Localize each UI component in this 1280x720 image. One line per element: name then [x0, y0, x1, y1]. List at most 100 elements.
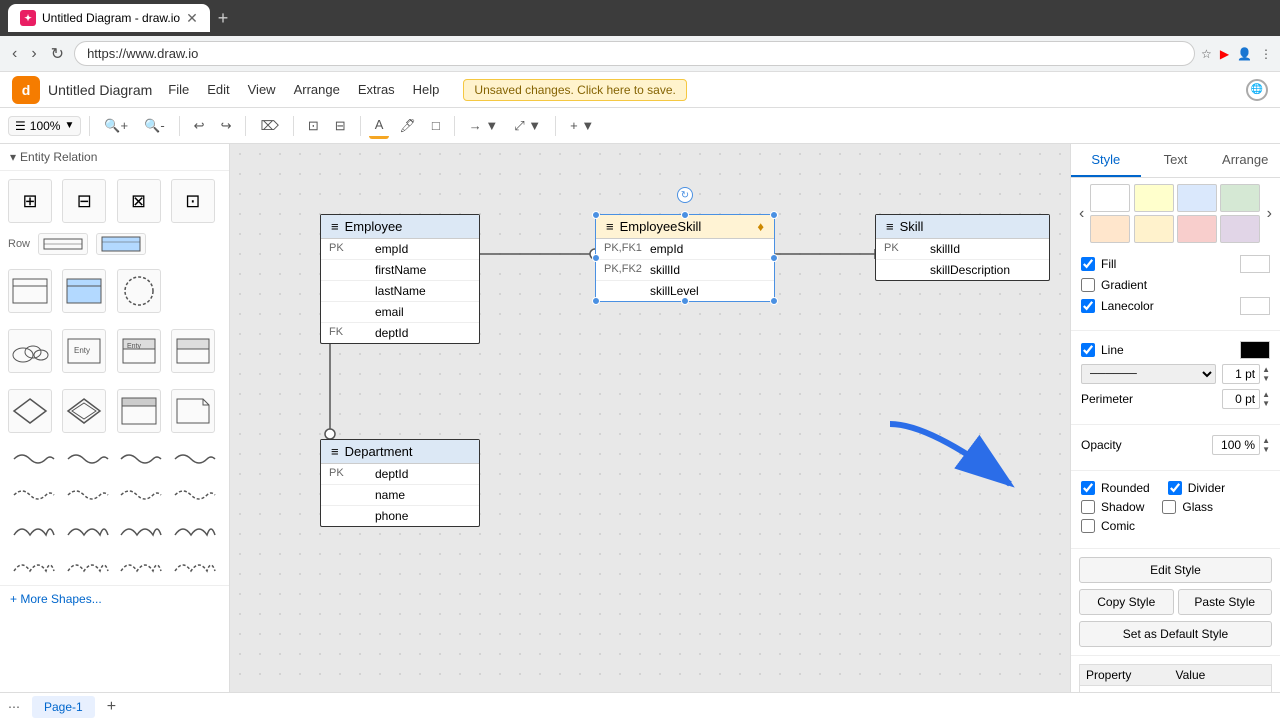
table-shape-1[interactable] [117, 389, 161, 433]
wavy-12[interactable] [169, 517, 221, 545]
entity-outline-shape[interactable]: Enty [62, 329, 106, 373]
entity-shape-1[interactable] [8, 269, 52, 313]
line-color-picker[interactable] [1240, 341, 1270, 359]
page-options-icon[interactable]: ⋯ [8, 700, 20, 714]
diamond-shape-1[interactable] [8, 389, 52, 433]
zoom-control[interactable]: ☰ 100% ▼ [8, 116, 81, 136]
add-page-button[interactable]: + [107, 698, 116, 716]
zoom-out-button[interactable]: 🔍- [138, 114, 171, 138]
fill-color-picker[interactable] [1240, 255, 1270, 273]
menu-edit[interactable]: Edit [199, 78, 237, 101]
color-swatch-1[interactable] [1134, 184, 1174, 212]
menu-view[interactable]: View [240, 78, 284, 101]
menu-arrange[interactable]: Arrange [286, 78, 348, 101]
entity-filled-shape[interactable]: Enty [117, 329, 161, 373]
zoom-dropdown-icon[interactable]: ▼ [64, 120, 74, 131]
opacity-spinner[interactable]: ▲▼ [1262, 436, 1270, 454]
lanecolor-picker[interactable] [1240, 297, 1270, 315]
zoom-in-button[interactable]: 🔍+ [98, 114, 134, 138]
bookmark-icon[interactable]: ☆ [1201, 47, 1212, 61]
color-swatch-2[interactable] [1177, 184, 1217, 212]
handle-mr[interactable] [770, 254, 778, 262]
wavy-8[interactable] [169, 481, 221, 509]
rounded-checkbox[interactable] [1081, 481, 1095, 495]
menu-extras[interactable]: Extras [350, 78, 403, 101]
nav-forward-button[interactable]: › [27, 41, 40, 67]
copy-style-toolbar-button[interactable]: ⊡ [302, 114, 325, 138]
color-swatch-5[interactable] [1134, 215, 1174, 243]
wavy-4[interactable] [169, 445, 221, 473]
page-1-tab[interactable]: Page-1 [32, 696, 95, 718]
shadow-checkbox[interactable] [1081, 500, 1095, 514]
line-width-input[interactable] [1222, 364, 1260, 384]
perimeter-input[interactable] [1222, 389, 1260, 409]
shape-item-3[interactable]: ⊠ [117, 179, 161, 223]
handle-tl[interactable] [592, 211, 600, 219]
default-style-button[interactable]: Set as Default Style [1079, 621, 1272, 647]
close-tab-button[interactable]: ✕ [186, 10, 198, 27]
fill-checkbox[interactable] [1081, 257, 1095, 271]
wavy-3[interactable] [116, 445, 168, 473]
row-shape-1[interactable] [38, 233, 88, 255]
shape-item-4[interactable]: ⊡ [171, 179, 215, 223]
youtube-icon[interactable]: ▶ [1220, 47, 1229, 61]
color-swatch-6[interactable] [1177, 215, 1217, 243]
color-swatch-3[interactable] [1220, 184, 1260, 212]
opacity-input[interactable] [1212, 435, 1260, 455]
more-shapes-button[interactable]: + More Shapes... [0, 585, 229, 612]
redo-button[interactable]: ↪ [215, 114, 238, 138]
paste-style-button[interactable]: Paste Style [1178, 589, 1273, 615]
wavy-16[interactable] [169, 553, 221, 581]
menu-icon[interactable]: ⋮ [1260, 47, 1272, 61]
delete-button[interactable]: ⌦ [254, 114, 284, 138]
edit-style-button[interactable]: Edit Style [1079, 557, 1272, 583]
url-bar[interactable] [74, 41, 1195, 66]
line-width-spinner[interactable]: ▲▼ [1262, 365, 1270, 383]
line-style-select[interactable]: ────── [1081, 364, 1216, 384]
tab-arrange[interactable]: Arrange [1210, 144, 1280, 177]
wavy-6[interactable] [62, 481, 114, 509]
wavy-10[interactable] [62, 517, 114, 545]
canvas-area[interactable]: ≡ Employee PK empId firstName lastName e… [230, 144, 1070, 720]
globe-icon[interactable]: 🌐 [1246, 79, 1268, 101]
handle-br[interactable] [770, 297, 778, 305]
nav-back-button[interactable]: ‹ [8, 41, 21, 67]
sidebar-toggle-icon[interactable]: ☰ [15, 119, 26, 133]
collapse-icon[interactable]: ▾ [10, 150, 16, 164]
employee-table[interactable]: ≡ Employee PK empId firstName lastName e… [320, 214, 480, 344]
colors-prev-button[interactable]: ‹ [1075, 205, 1088, 223]
handle-tc[interactable] [681, 211, 689, 219]
divider-checkbox[interactable] [1168, 481, 1182, 495]
wavy-15[interactable] [116, 553, 168, 581]
shadow-button[interactable]: □ [426, 114, 446, 137]
comic-checkbox[interactable] [1081, 519, 1095, 533]
color-swatch-0[interactable] [1090, 184, 1130, 212]
fill-color-button[interactable]: A [369, 113, 390, 139]
new-tab-button[interactable]: + [218, 8, 229, 29]
waypoint-button[interactable]: ⤢ ▼ [508, 114, 547, 138]
tab-style[interactable]: Style [1071, 144, 1141, 177]
menu-file[interactable]: File [160, 78, 197, 101]
employeeskill-table[interactable]: ↻ ≡ EmployeeSkill ♦ PK,FK1 empId PK,FK2 … [595, 214, 775, 302]
gradient-checkbox[interactable] [1081, 278, 1095, 292]
wavy-7[interactable] [116, 481, 168, 509]
diamond-shape-2[interactable] [62, 389, 106, 433]
save-notice[interactable]: Unsaved changes. Click here to save. [463, 79, 686, 101]
cloud-shape[interactable] [8, 329, 52, 373]
entity-shape-3[interactable] [171, 329, 215, 373]
color-swatch-4[interactable] [1090, 215, 1130, 243]
nav-reload-button[interactable]: ↻ [47, 40, 68, 68]
note-shape[interactable] [171, 389, 215, 433]
handle-tr[interactable] [770, 211, 778, 219]
browser-tab[interactable]: ✦ Untitled Diagram - draw.io ✕ [8, 4, 210, 32]
entity-shape-2[interactable] [62, 269, 106, 313]
connector-button[interactable]: → ▼ [463, 114, 504, 137]
line-color-button[interactable]: 🖊 [393, 114, 422, 138]
line-checkbox[interactable] [1081, 343, 1095, 357]
wavy-14[interactable] [62, 553, 114, 581]
color-swatch-7[interactable] [1220, 215, 1260, 243]
row-shape-2[interactable] [96, 233, 146, 255]
undo-button[interactable]: ↩ [188, 114, 211, 138]
rotate-handle[interactable]: ↻ [677, 187, 693, 203]
glass-checkbox[interactable] [1162, 500, 1176, 514]
